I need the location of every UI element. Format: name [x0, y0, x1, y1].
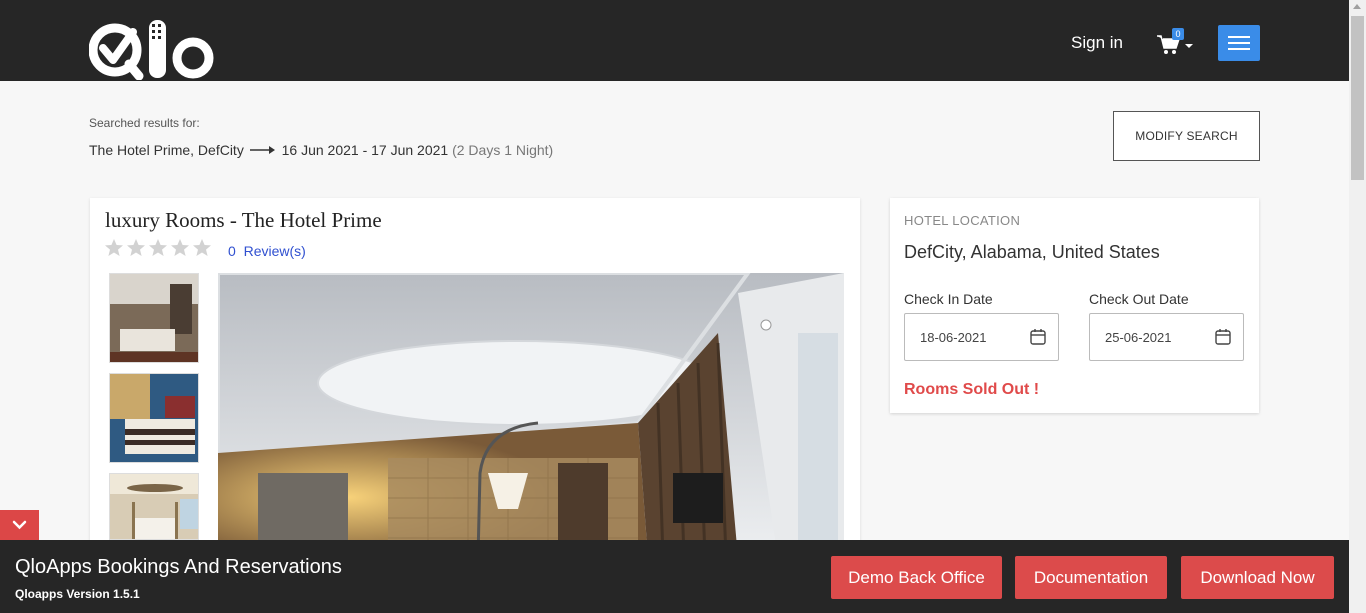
search-nights: (2 Days 1 Night) [452, 142, 554, 158]
chevron-down-icon [12, 520, 27, 530]
scroll-up-arrow-icon[interactable] [1353, 4, 1361, 9]
chevron-down-icon [1185, 44, 1193, 48]
star-icon [127, 239, 145, 256]
search-dates: 16 Jun 2021 - 17 Jun 2021 [281, 142, 449, 158]
arrow-right-icon [249, 146, 275, 155]
check-out-date-value: 25-06-2021 [1105, 330, 1172, 345]
check-out-date-input[interactable]: 25-06-2021 [1089, 313, 1244, 361]
searched-results-label: Searched results for: [89, 116, 200, 130]
calendar-icon[interactable] [1214, 328, 1232, 346]
demo-back-office-button[interactable]: Demo Back Office [831, 556, 1002, 599]
room-thumbnail[interactable] [109, 373, 199, 463]
documentation-button[interactable]: Documentation [1015, 556, 1167, 599]
room-thumbnail[interactable] [109, 273, 199, 363]
check-in-label: Check In Date [904, 291, 993, 307]
footer-version: Qloapps Version 1.5.1 [15, 587, 140, 601]
star-icon [105, 239, 123, 256]
download-now-button[interactable]: Download Now [1181, 556, 1334, 599]
hotel-location-label: HOTEL LOCATION [904, 213, 1021, 228]
review-count: 0 [228, 243, 236, 259]
room-main-image[interactable] [218, 273, 844, 558]
reviews-link[interactable]: 0 Review(s) [228, 243, 306, 259]
check-out-label: Check Out Date [1089, 291, 1189, 307]
qlo-logo[interactable] [88, 18, 217, 81]
search-hotel: The Hotel Prime, DefCity [89, 142, 244, 158]
sign-in-link[interactable]: Sign in [1071, 33, 1123, 53]
review-label: Review(s) [243, 243, 306, 259]
star-icon [171, 239, 189, 256]
star-icon [193, 239, 211, 256]
hamburger-menu-button[interactable] [1218, 25, 1260, 61]
footer-title: QloApps Bookings And Reservations [15, 556, 342, 578]
star-icon [149, 239, 167, 256]
modify-search-button[interactable]: MODIFY SEARCH [1113, 111, 1260, 161]
collapse-footer-button[interactable] [0, 510, 39, 540]
rating-stars [104, 238, 212, 258]
search-summary: The Hotel Prime, DefCity 16 Jun 2021 - 1… [89, 142, 553, 158]
calendar-icon[interactable] [1029, 328, 1047, 346]
hotel-location-value: DefCity, Alabama, United States [904, 242, 1160, 262]
check-in-date-input[interactable]: 18-06-2021 [904, 313, 1059, 361]
room-thumbnail[interactable] [109, 473, 199, 540]
scrollbar-thumb[interactable] [1351, 16, 1364, 180]
room-title: luxury Rooms - The Hotel Prime [105, 208, 382, 232]
check-in-date-value: 18-06-2021 [920, 330, 987, 345]
sold-out-status: Rooms Sold Out ! [904, 381, 1040, 398]
cart-count-badge: 0 [1172, 28, 1184, 40]
